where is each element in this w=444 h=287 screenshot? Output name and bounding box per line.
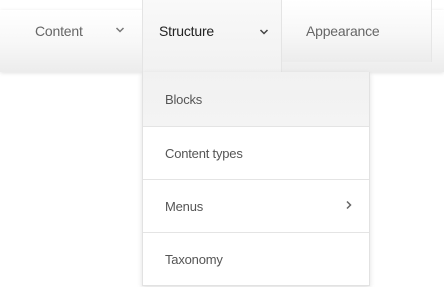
- nav-item-content[interactable]: Content: [0, 0, 142, 62]
- nav-item-content-label: Content: [35, 23, 83, 39]
- dropdown-item-label: Menus: [165, 198, 204, 214]
- structure-dropdown-menu: Blocks Content types Menus Taxonomy: [142, 72, 370, 286]
- nav-item-appearance[interactable]: Appearance: [282, 0, 432, 62]
- chevron-down-icon[interactable]: [115, 26, 127, 36]
- dropdown-item-label: Content types: [165, 145, 243, 161]
- dropdown-item-content-types[interactable]: Content types: [143, 126, 369, 179]
- dropdown-item-blocks[interactable]: Blocks: [143, 72, 369, 126]
- chevron-right-icon[interactable]: [344, 199, 354, 211]
- nav-item-appearance-label: Appearance: [306, 23, 380, 39]
- page: Content Structure Appearance Blocks Cont…: [0, 0, 444, 287]
- dropdown-item-taxonomy[interactable]: Taxonomy: [143, 232, 369, 285]
- dropdown-item-menus[interactable]: Menus: [143, 179, 369, 232]
- dropdown-item-label: Taxonomy: [165, 251, 223, 267]
- chevron-down-icon[interactable]: [259, 28, 271, 38]
- dropdown-item-label: Blocks: [165, 91, 203, 107]
- nav-item-structure[interactable]: Structure: [142, 0, 282, 72]
- nav-item-structure-label: Structure: [159, 23, 214, 39]
